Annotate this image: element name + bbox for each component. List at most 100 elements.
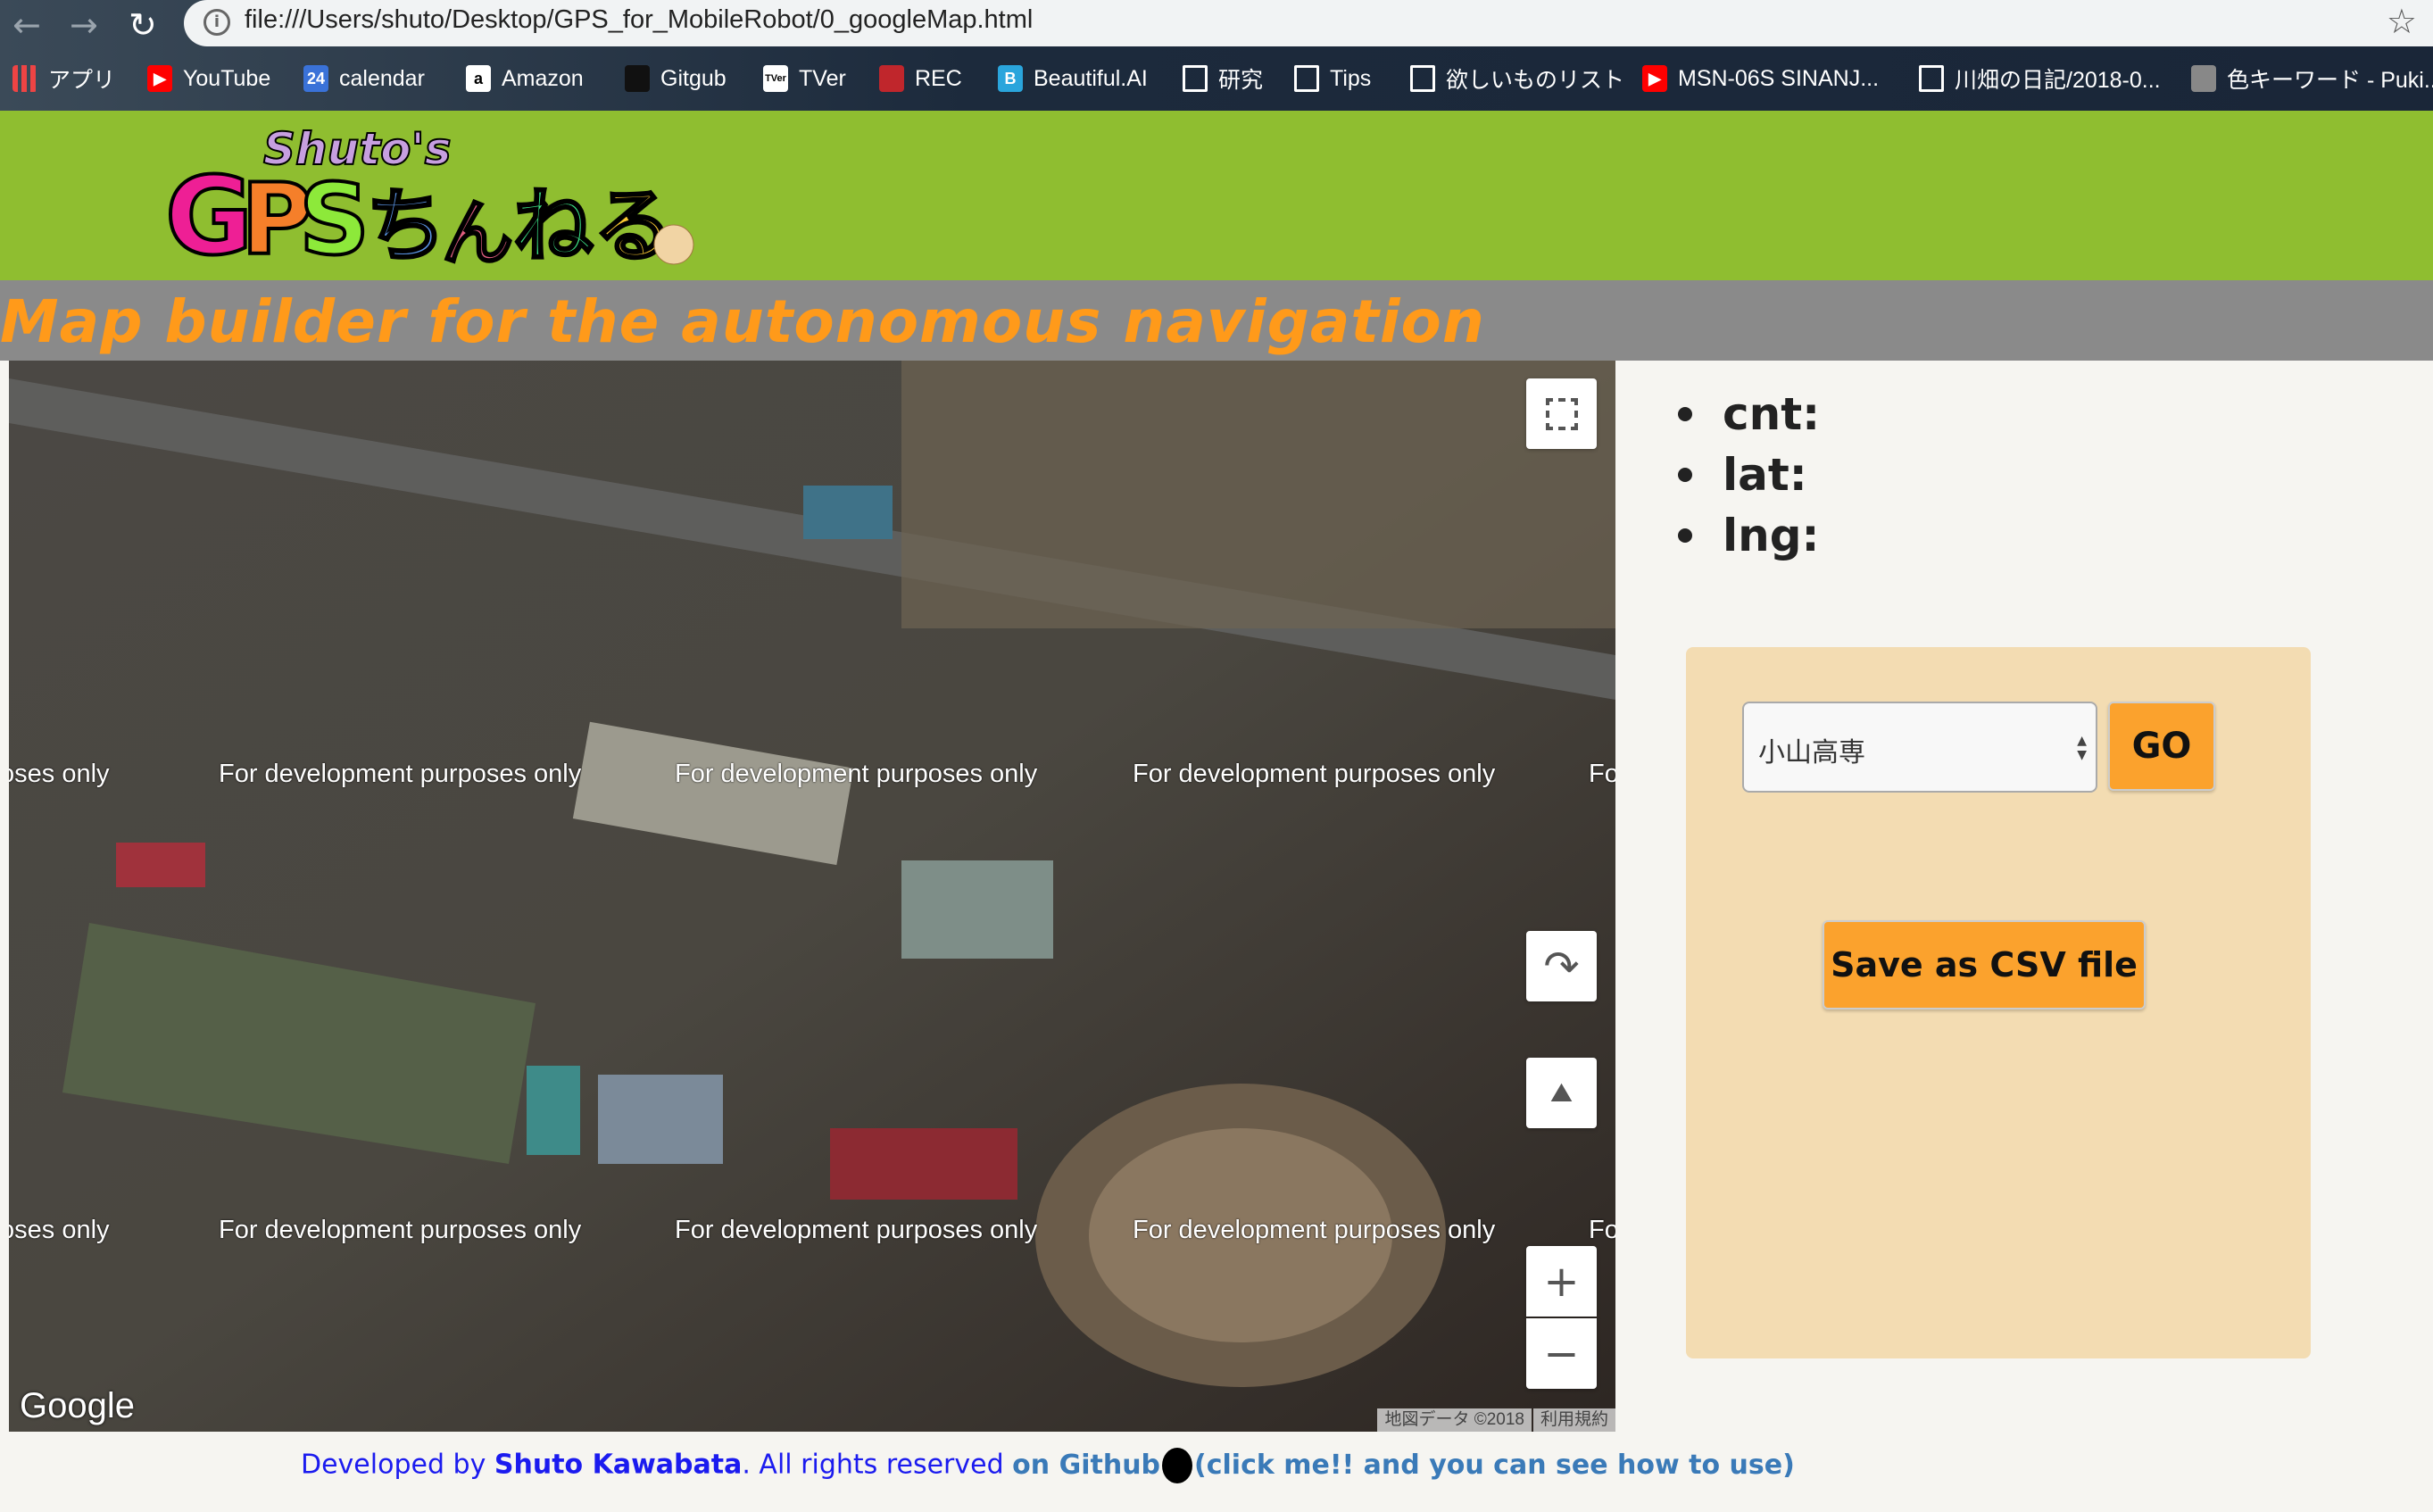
footer-text: . All rights reserved	[742, 1449, 1013, 1481]
site-header: Shuto's G P S ち ん ね る	[0, 111, 2433, 280]
dev-watermark: For development purposes only	[219, 760, 582, 788]
svg-text:ん: ん	[442, 192, 513, 271]
back-icon[interactable]: ←	[12, 5, 41, 45]
go-button[interactable]: GO	[2108, 702, 2215, 791]
lng-label: lng:	[1678, 505, 1820, 566]
dev-watermark: For development purposes only	[675, 1216, 1038, 1244]
rec-icon	[879, 65, 904, 92]
apps-grid-icon	[12, 65, 37, 92]
folder-icon	[1294, 65, 1319, 92]
title-bar: Map builder for the autonomous navigatio…	[0, 280, 2433, 361]
bookmark-item[interactable]: 色キーワード - Puki...	[2191, 61, 2433, 96]
tilt-icon: ⛰	[1549, 1077, 1574, 1109]
place-select-value: 小山高専	[1758, 737, 1865, 768]
pukiwiki-icon	[2191, 65, 2216, 92]
browser-chrome: ← → ↻ i file:///Users/shuto/Desktop/GPS_…	[0, 0, 2433, 111]
bookmark-item[interactable]: Tips	[1294, 61, 1371, 96]
bookmark-item[interactable]: 欲しいものリスト	[1410, 61, 1624, 96]
bookmark-item[interactable]: TVer TVer	[763, 61, 846, 96]
github-icon	[625, 65, 650, 92]
amazon-icon: a	[466, 65, 491, 92]
position-info-list: cnt: lat: lng:	[1678, 384, 1820, 566]
folder-icon	[1183, 65, 1208, 92]
control-panel: 小山高専 ▲ ▼ GO Save as CSV file	[1686, 647, 2311, 1358]
zoom-out-icon: −	[1543, 1328, 1580, 1379]
footer: Developed by Shuto Kawabata. All rights …	[301, 1448, 1795, 1483]
dev-watermark: oses only	[9, 1216, 110, 1244]
page-title: Map builder for the autonomous navigatio…	[0, 287, 1485, 356]
bookmark-item[interactable]: a Amazon	[466, 61, 584, 96]
bookmark-label: Beautiful.AI	[1034, 65, 1148, 91]
bookmark-label: calendar	[339, 65, 425, 91]
bookmark-item[interactable]: ▶ MSN-06S SINANJ...	[1642, 61, 1879, 96]
author-name: Shuto Kawabata	[494, 1449, 743, 1481]
bookmark-label: Tips	[1330, 65, 1372, 91]
bookmark-label: 川畑の日記/2018-0...	[1955, 68, 2161, 93]
bookmark-item[interactable]: REC	[879, 61, 962, 96]
place-select[interactable]: 小山高専 ▲ ▼	[1742, 702, 2097, 793]
cnt-label: cnt:	[1678, 384, 1820, 444]
bookmark-label: Amazon	[502, 65, 584, 91]
google-map[interactable]: oses only For development purposes only …	[9, 361, 1615, 1432]
github-link[interactable]: on Github (click me!! and you can see how…	[1012, 1448, 1795, 1483]
reload-icon[interactable]: ↻	[129, 5, 157, 45]
bookmark-label: Gitgub	[660, 65, 727, 91]
lat-label: lat:	[1678, 444, 1820, 505]
forward-icon[interactable]: →	[70, 5, 98, 45]
bookmark-item[interactable]: アプリ	[12, 61, 115, 96]
dev-watermark: For development purposes only	[1133, 1216, 1496, 1244]
bookmark-item[interactable]: 24 calendar	[303, 61, 425, 96]
footer-text: Developed by	[301, 1449, 494, 1481]
calendar-icon: 24	[303, 65, 328, 92]
document-icon	[1919, 65, 1944, 92]
github-link-text: on Github	[1012, 1449, 1161, 1481]
youtube-icon: ▶	[1642, 65, 1667, 92]
zoom-in-icon: +	[1543, 1256, 1580, 1307]
save-csv-button[interactable]: Save as CSV file	[1823, 920, 2146, 1009]
dev-watermark: For development purposes only	[219, 1216, 582, 1244]
bookmark-star-icon[interactable]: ☆	[2387, 2, 2417, 41]
fullscreen-icon	[1545, 397, 1578, 430]
zoom-out-button[interactable]: −	[1526, 1318, 1597, 1389]
rotate-button[interactable]: ↷	[1526, 931, 1597, 1001]
dev-watermark: For development purposes only	[1133, 760, 1496, 788]
google-logo[interactable]: Google	[20, 1386, 135, 1426]
bookmark-item[interactable]: 研究	[1183, 61, 1263, 96]
bookmark-item[interactable]: B Beautiful.AI	[998, 61, 1148, 96]
beautiful-ai-icon: B	[998, 65, 1023, 92]
dev-watermark: For development purposes only	[675, 760, 1038, 788]
svg-text:ち: ち	[366, 179, 446, 271]
folder-icon	[1410, 65, 1435, 92]
bookmark-label: MSN-06S SINANJ...	[1678, 65, 1880, 91]
rotate-icon: ↷	[1543, 941, 1580, 992]
github-icon	[1162, 1448, 1193, 1483]
bookmark-label: 色キーワード - Puki...	[2227, 68, 2433, 93]
svg-text:S: S	[299, 162, 370, 271]
zoom-in-button[interactable]: +	[1526, 1246, 1597, 1317]
bookmark-item[interactable]: ▶ YouTube	[147, 61, 270, 96]
satellite-imagery	[9, 361, 1615, 1432]
dev-watermark: oses only	[9, 760, 110, 788]
terms-link[interactable]: 利用規約	[1532, 1408, 1615, 1432]
bookmark-item[interactable]: 川畑の日記/2018-0...	[1919, 61, 2161, 96]
address-bar[interactable]: i file:///Users/shuto/Desktop/GPS_for_Mo…	[184, 0, 2433, 46]
map-data-text: 地図データ ©2018	[1377, 1408, 1532, 1432]
gps-channel-logo: Shuto's G P S ち ん ね る	[165, 122, 694, 271]
select-arrows-icon: ▲ ▼	[2077, 734, 2087, 762]
dev-watermark: Fo	[1589, 760, 1615, 788]
fullscreen-button[interactable]	[1526, 378, 1597, 449]
bookmark-label: アプリ	[48, 68, 116, 93]
youtube-icon: ▶	[147, 65, 172, 92]
bookmark-item[interactable]: Gitgub	[625, 61, 727, 96]
tilt-button[interactable]: ⛰	[1526, 1058, 1597, 1128]
svg-text:G: G	[165, 155, 253, 271]
bookmark-label: TVer	[799, 65, 846, 91]
github-link-text: (click me!! and you can see how to use)	[1194, 1449, 1795, 1481]
bookmark-label: REC	[915, 65, 962, 91]
info-icon[interactable]: i	[203, 9, 230, 36]
bookmark-label: 欲しいものリスト	[1446, 68, 1625, 93]
tver-icon: TVer	[763, 65, 788, 92]
dev-watermark: Fo	[1589, 1216, 1615, 1244]
bookmark-label: 研究	[1218, 68, 1264, 93]
url-text[interactable]: file:///Users/shuto/Desktop/GPS_for_Mobi…	[245, 5, 1033, 35]
